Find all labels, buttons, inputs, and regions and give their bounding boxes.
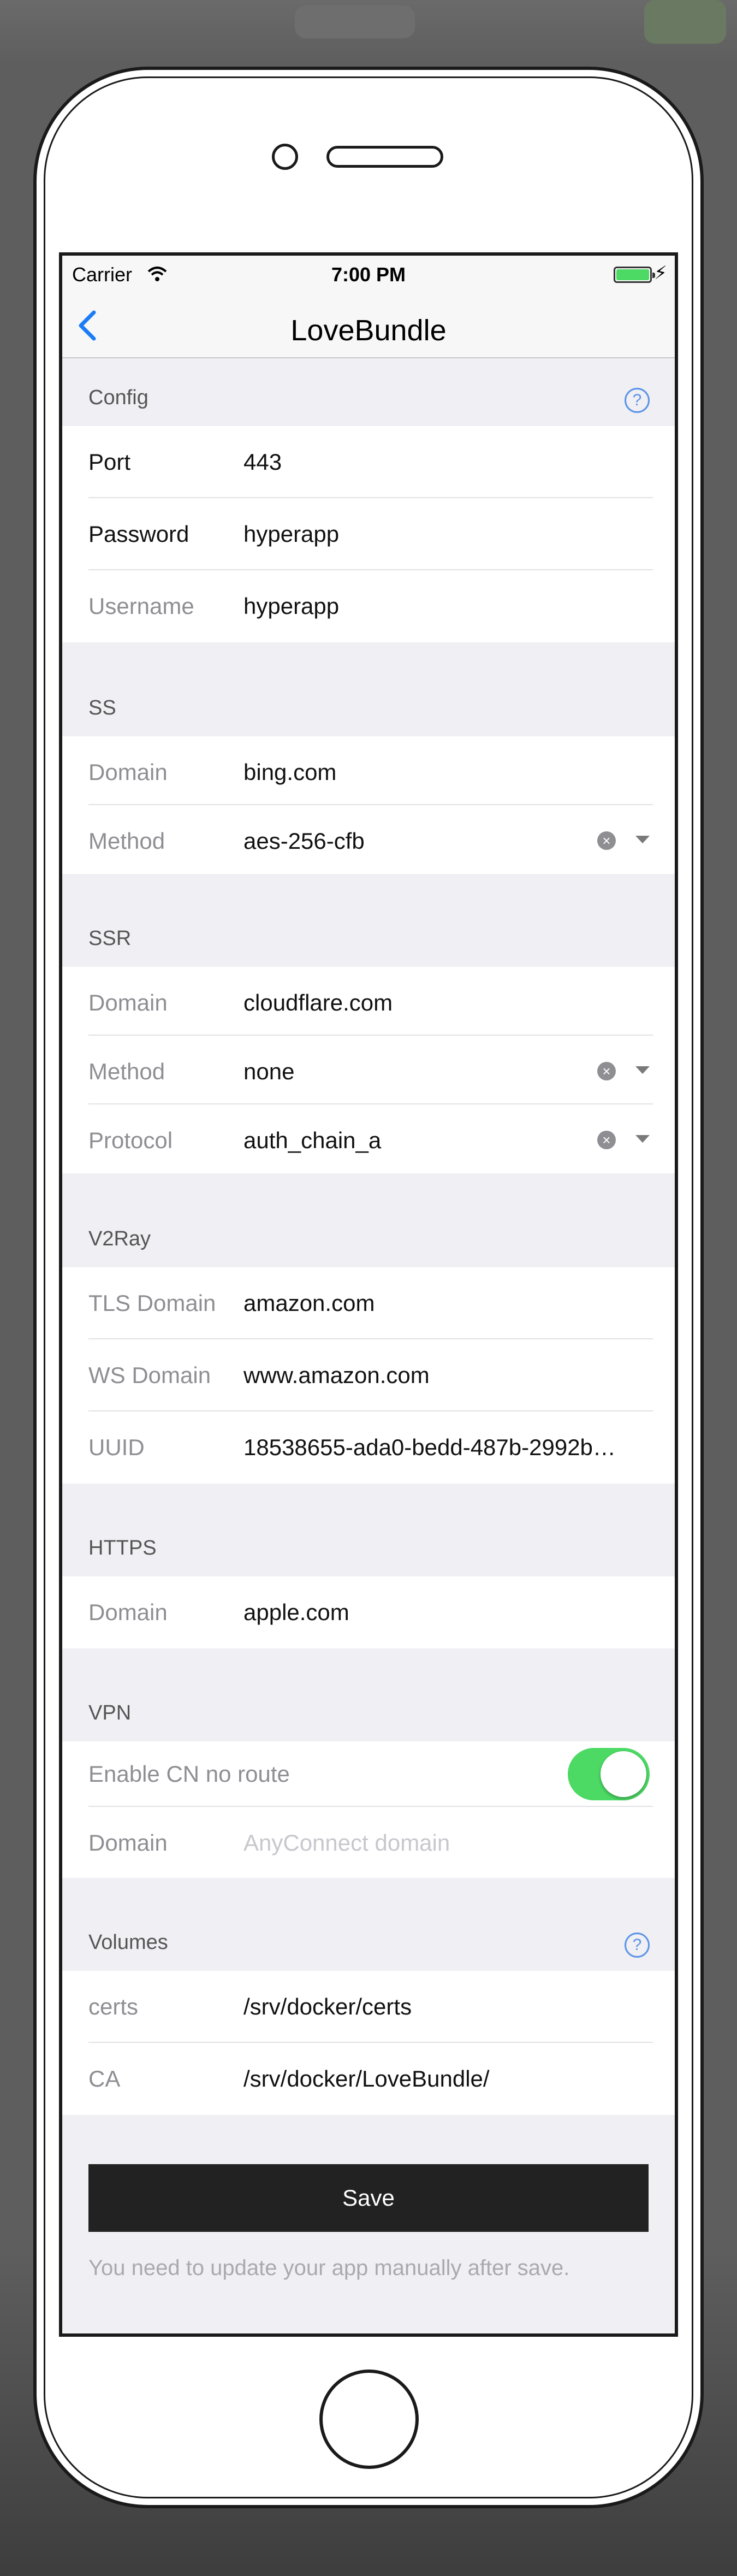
footer-note: You need to update your app manually aft… [88, 2256, 570, 2280]
username-field[interactable]: hyperapp [243, 593, 647, 619]
section-title: Config [88, 386, 148, 409]
ssr-domain-label: Domain [88, 990, 168, 1015]
tls-domain-label: TLS Domain [88, 1290, 216, 1316]
ssr-domain-field[interactable]: cloudflare.com [243, 990, 647, 1016]
section-header-volumes: Volumes ? [62, 1878, 675, 1971]
ssr-method-label: Method [88, 1059, 165, 1084]
section-title: SS [88, 696, 116, 719]
username-label: Username [88, 593, 194, 619]
nav-title: LoveBundle [290, 314, 447, 347]
ss-method-row: Method aes-256-cfb × [62, 805, 675, 874]
section-header-https: HTTPS [62, 1484, 675, 1576]
certs-label: certs [88, 1994, 139, 2019]
v2ray-ws-row: WS Domain www.amazon.com [62, 1339, 675, 1411]
clear-icon[interactable]: × [597, 1131, 616, 1149]
ssr-protocol-label: Protocol [88, 1127, 173, 1153]
certs-field[interactable]: /srv/docker/certs [243, 1994, 647, 2020]
help-icon[interactable]: ? [625, 388, 650, 413]
clear-icon[interactable]: × [597, 1062, 616, 1080]
ss-domain-field[interactable]: bing.com [243, 759, 647, 785]
ss-domain-row: Domain bing.com [62, 736, 675, 805]
background-blur [644, 0, 726, 44]
footer: Save You need to update your app manuall… [62, 2115, 675, 2333]
status-time: 7:00 PM [331, 263, 406, 286]
toggle-knob [601, 1751, 646, 1797]
port-field[interactable]: 443 [243, 449, 647, 475]
https-domain-label: Domain [88, 1599, 168, 1625]
save-button[interactable]: Save [88, 2164, 649, 2232]
ws-domain-field[interactable]: www.amazon.com [243, 1362, 647, 1389]
ssr-protocol-select[interactable]: auth_chain_a [243, 1127, 571, 1154]
speaker [326, 146, 443, 168]
config-username-row: Username hyperapp [62, 570, 675, 642]
charging-bolt-icon: ⚡ [654, 263, 667, 283]
ca-label: CA [88, 2066, 121, 2091]
navigation-bar: LoveBundle [62, 295, 675, 358]
home-button[interactable] [319, 2370, 419, 2469]
volumes-ca-row: CA /srv/docker/LoveBundle/ [62, 2043, 675, 2115]
ssr-method-select[interactable]: none [243, 1059, 571, 1085]
ss-domain-label: Domain [88, 759, 168, 785]
uuid-field[interactable]: 18538655-ada0-bedd-487b-2992b… [243, 1434, 647, 1461]
section-title: V2Ray [88, 1227, 151, 1250]
https-domain-field[interactable]: apple.com [243, 1599, 647, 1626]
chevron-down-icon[interactable] [635, 1066, 650, 1074]
ss-method-select[interactable]: aes-256-cfb [243, 828, 571, 854]
ssr-protocol-row: Protocol auth_chain_a × [62, 1104, 675, 1173]
phone-screen: Carrier 7:00 PM ⚡ LoveBundle Config ? Po… [59, 252, 678, 2337]
clear-icon[interactable]: × [597, 831, 616, 850]
vpn-cn-row: Enable CN no route [62, 1741, 675, 1807]
battery-icon [614, 267, 655, 283]
ssr-method-row: Method none × [62, 1036, 675, 1104]
cn-no-route-label: Enable CN no route [88, 1761, 290, 1787]
chevron-down-icon[interactable] [635, 836, 650, 843]
screen-content: Carrier 7:00 PM ⚡ LoveBundle Config ? Po… [62, 256, 675, 2333]
status-bar: Carrier 7:00 PM ⚡ [62, 256, 675, 295]
tls-domain-field[interactable]: amazon.com [243, 1290, 647, 1316]
cn-no-route-toggle[interactable] [568, 1748, 650, 1800]
chevron-down-icon[interactable] [635, 1135, 650, 1143]
password-field[interactable]: hyperapp [243, 521, 647, 547]
v2ray-tls-row: TLS Domain amazon.com [62, 1267, 675, 1339]
config-password-row: Password hyperapp [62, 498, 675, 570]
config-port-row: Port 443 [62, 426, 675, 498]
ss-method-label: Method [88, 828, 165, 854]
section-title: VPN [88, 1701, 132, 1724]
https-domain-row: Domain apple.com [62, 1576, 675, 1649]
section-title: SSR [88, 927, 132, 950]
ws-domain-label: WS Domain [88, 1362, 211, 1388]
vpn-domain-label: Domain [88, 1830, 168, 1856]
battery-level [616, 269, 649, 280]
background-blur [295, 5, 415, 38]
section-header-vpn: VPN [62, 1649, 675, 1741]
section-header-config: Config ? [62, 358, 675, 426]
v2ray-uuid-row: UUID 18538655-ada0-bedd-487b-2992b… [62, 1411, 675, 1484]
volumes-certs-row: certs /srv/docker/certs [62, 1971, 675, 2043]
ssr-domain-row: Domain cloudflare.com [62, 967, 675, 1036]
uuid-label: UUID [88, 1434, 145, 1460]
section-title: HTTPS [88, 1537, 157, 1559]
section-header-ss: SS [62, 642, 675, 736]
ca-field[interactable]: /srv/docker/LoveBundle/ [243, 2066, 647, 2092]
camera [272, 144, 298, 170]
vpn-domain-field[interactable]: AnyConnect domain [243, 1830, 647, 1856]
section-title: Volumes [88, 1931, 168, 1954]
section-header-ssr: SSR [62, 874, 675, 967]
port-label: Port [88, 449, 131, 475]
password-label: Password [88, 521, 189, 547]
vpn-domain-row: Domain AnyConnect domain [62, 1807, 675, 1878]
help-icon[interactable]: ? [625, 1933, 650, 1958]
section-header-v2ray: V2Ray [62, 1173, 675, 1267]
